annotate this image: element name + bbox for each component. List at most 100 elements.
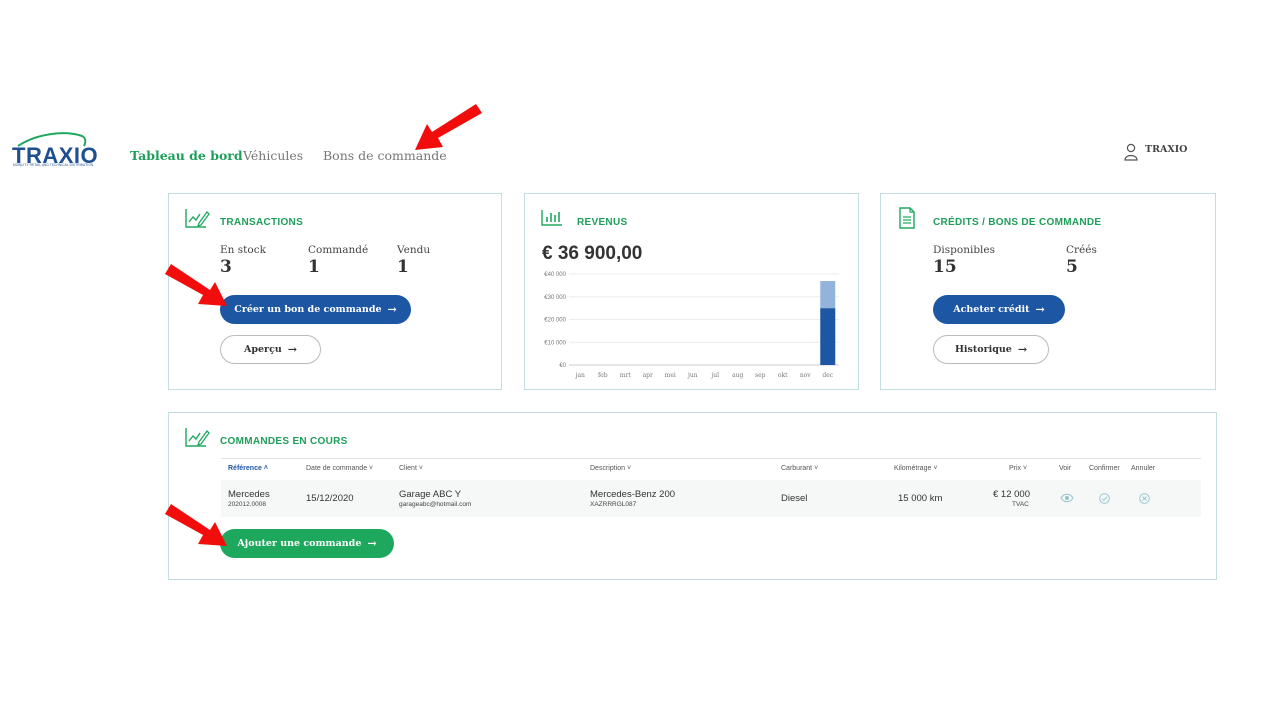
cell-price: € 12 000 — [993, 489, 1030, 500]
col-mileage[interactable]: Kilométrage ˅ — [894, 465, 937, 472]
col-confirm: Confirmer — [1089, 465, 1120, 472]
revenue-card: REVENUS € 36 900,00 €0 €10 000 €20 000 €30 … — [524, 193, 859, 390]
chart-x-tick-label: sep — [755, 372, 766, 379]
column-label: Date de commande — [306, 465, 368, 472]
chevron-down-icon: ˅ — [933, 465, 938, 472]
revenue-title: REVENUS — [577, 217, 628, 228]
buy-credit-button[interactable]: Acheter crédit → — [933, 295, 1065, 324]
button-label: Historique — [954, 344, 1012, 355]
button-label: Acheter crédit — [953, 304, 1030, 315]
button-label: Créer un bon de commande — [234, 304, 382, 315]
stat-available: Disponibles 15 — [933, 244, 995, 277]
column-label: Carburant — [781, 465, 813, 472]
column-label: Kilométrage — [894, 465, 932, 472]
chevron-up-icon: ˄ — [263, 465, 268, 472]
eye-icon[interactable] — [1060, 493, 1074, 503]
stat-label: Commandé — [308, 244, 369, 256]
cell-price-note: TVAC — [1012, 501, 1029, 508]
stat-label: Vendu — [397, 244, 431, 256]
col-client[interactable]: Client ˅ — [399, 465, 423, 472]
orders-card: COMMANDES EN COURS Référence ˄ Date de c… — [168, 412, 1217, 580]
bar-chart-icon — [541, 210, 562, 226]
table-row[interactable] — [221, 480, 1201, 517]
cell-client-email: garageabc@hotmail.com — [399, 501, 472, 508]
document-icon — [899, 207, 915, 229]
cell-reference-id: 202012.0008 — [228, 501, 266, 508]
column-label: Prix — [1009, 465, 1022, 472]
chart-x-tick-label: jul — [710, 372, 719, 379]
credits-card: CRÉDITS / BONS DE COMMANDE Disponibles 1… — [880, 193, 1216, 390]
cell-description-id: XAZRRRGL087 — [590, 501, 637, 508]
button-label: Ajouter une commande — [237, 538, 362, 549]
chart-x-tick-label: aug — [732, 372, 743, 379]
chart-edit-icon — [185, 428, 210, 447]
revenue-chart: €0 €10 000 €20 000 €30 000 €40 000 jan feb mrt a… — [544, 272, 839, 379]
arrow-right-icon: → — [287, 343, 297, 356]
arrow-right-icon: → — [1017, 343, 1028, 356]
history-button[interactable]: Historique → — [933, 335, 1049, 364]
column-label: Description — [590, 465, 626, 472]
chevron-down-icon: ˅ — [1023, 465, 1028, 472]
col-fuel[interactable]: Carburant ˅ — [781, 465, 818, 472]
arrow-right-icon: → — [1035, 303, 1045, 316]
nav-dashboard[interactable]: Tableau de bord — [130, 148, 243, 163]
traxio-logo[interactable]: TRAXIO MOBILITY RETAIL AND TECHNICAL DIS… — [12, 130, 104, 170]
arrow-right-icon: → — [367, 537, 377, 550]
col-reference[interactable]: Référence ˄ — [228, 465, 268, 472]
cell-fuel: Diesel — [781, 493, 808, 504]
chart-x-tick-label: apr — [643, 372, 653, 379]
chart-bar — [820, 281, 836, 309]
chart-y-tick-label: €10 000 — [544, 340, 566, 346]
chart-x-tick-label: feb — [598, 372, 608, 379]
red-arrow-icon — [165, 504, 227, 546]
cell-date: 15/12/2020 — [306, 493, 354, 504]
stat-ordered: Commandé 1 — [308, 244, 368, 277]
user-menu[interactable]: TRAXIO — [1124, 143, 1187, 161]
chevron-down-icon: ˅ — [814, 465, 819, 472]
cell-reference: Mercedes — [228, 489, 270, 500]
col-description[interactable]: Description ˅ — [590, 465, 631, 472]
stat-label: En stock — [220, 244, 266, 256]
chart-edit-icon — [185, 209, 210, 228]
button-label: Aperçu — [244, 344, 282, 355]
stat-created: Créés 5 — [1066, 244, 1097, 277]
col-price[interactable]: Prix ˅ — [1009, 465, 1027, 472]
cell-client: Garage ABC Y — [399, 489, 462, 500]
chart-x-tick-label: mrt — [620, 372, 632, 379]
chart-bar — [820, 308, 836, 365]
chart-y-tick-label: €20 000 — [544, 318, 566, 324]
stat-value: 5 — [1066, 257, 1078, 277]
red-arrow-icon — [415, 104, 482, 150]
chart-y-tick-label: €30 000 — [544, 295, 566, 301]
col-view: Voir — [1059, 465, 1072, 472]
col-date[interactable]: Date de commande ˅ — [306, 465, 373, 472]
add-order-button[interactable]: Ajouter une commande → — [220, 529, 394, 558]
chart-x-tick-label: nov — [800, 372, 811, 379]
red-arrow-icon — [165, 264, 227, 306]
stat-value: 1 — [308, 257, 320, 277]
x-circle-icon[interactable] — [1139, 493, 1150, 504]
logo-tagline: MOBILITY RETAIL AND TECHNICAL DISTRIBUTI… — [13, 163, 94, 167]
chart-x-tick-label: okt — [778, 372, 788, 379]
chart-y-tick-label: €40 000 — [544, 272, 566, 278]
check-circle-icon[interactable] — [1099, 493, 1110, 504]
overview-button[interactable]: Aperçu → — [220, 335, 321, 364]
column-label: Référence — [228, 465, 262, 472]
chart-y-tick-label: €0 — [559, 363, 566, 369]
chart-x-tick-label: jan — [575, 372, 585, 379]
stat-value: 1 — [397, 257, 409, 277]
chart-x-tick-label: dec — [822, 372, 833, 379]
stat-label: Disponibles — [933, 244, 996, 256]
chevron-down-icon: ˅ — [418, 465, 423, 472]
table-header-divider — [221, 458, 1201, 459]
column-label: Client — [399, 465, 417, 472]
transactions-title: TRANSACTIONS — [220, 217, 304, 228]
chart-x-tick-label: jun — [687, 372, 698, 379]
chart-x-tick-label: mei — [665, 372, 676, 379]
stat-sold: Vendu 1 — [397, 244, 430, 277]
revenue-amount: € 36 900,00 — [542, 243, 643, 264]
cell-mileage: 15 000 km — [898, 493, 943, 504]
create-order-button[interactable]: Créer un bon de commande → — [220, 295, 411, 324]
nav-vehicles[interactable]: Véhicules — [243, 148, 303, 163]
orders-title: COMMANDES EN COURS — [220, 436, 348, 447]
